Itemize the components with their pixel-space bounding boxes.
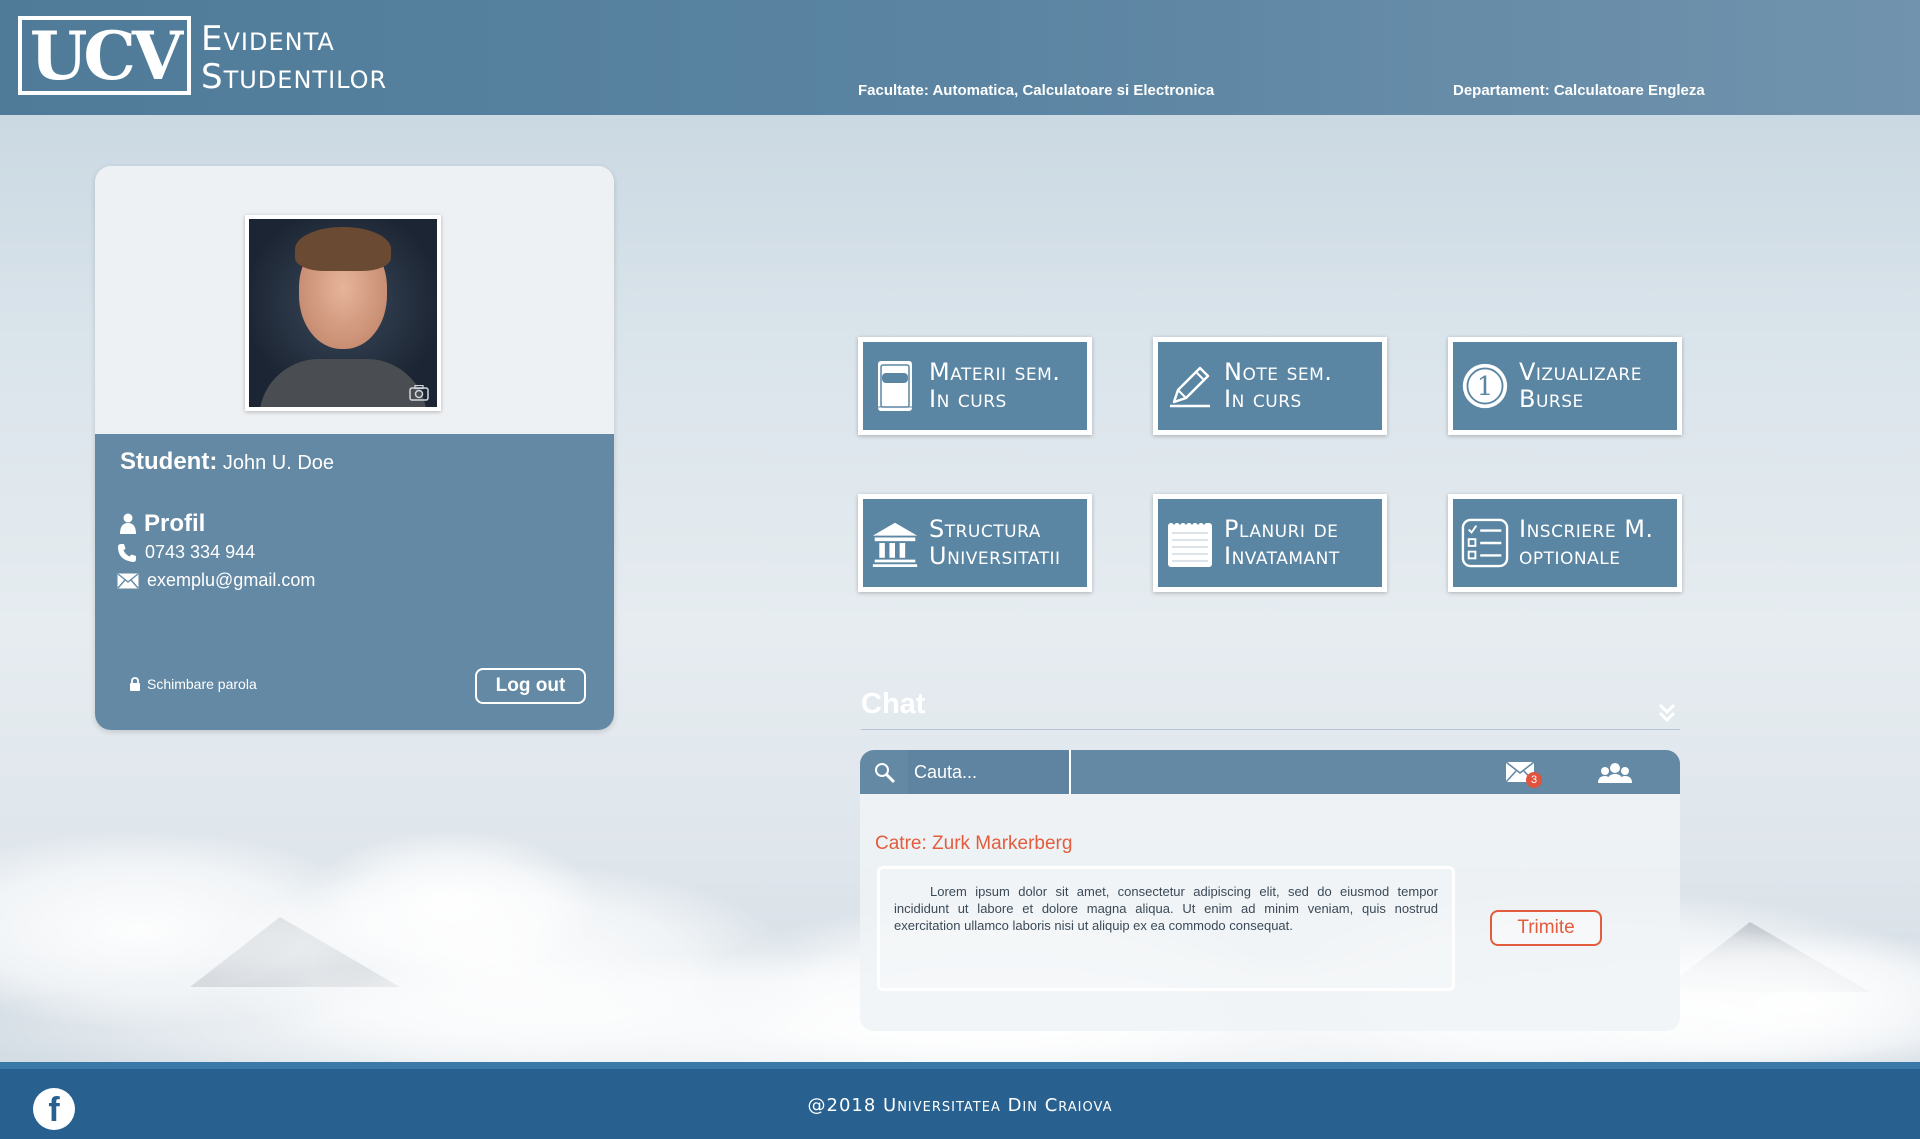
tile-materii-line2: In curs [929, 385, 1007, 413]
top-header: UCV Evidenta Studentilor Facultate: Auto… [0, 0, 1920, 115]
camera-icon[interactable] [409, 385, 429, 401]
avatar [249, 219, 437, 407]
email-line: exemplu@gmail.com [117, 570, 315, 591]
tile-inscriere-line2: optionale [1519, 542, 1621, 570]
phone-number: 0743 334 944 [145, 542, 256, 562]
site-title: Evidenta Studentilor [201, 20, 387, 96]
tile-materii-line1: Materii sem. [929, 358, 1061, 386]
site-title-line2: Studentilor [201, 57, 388, 97]
tile-note[interactable]: Note sem. In curs [1153, 337, 1387, 435]
tile-inscriere[interactable]: Inscriere M. optionale [1448, 494, 1682, 592]
unread-badge: 3 [1526, 772, 1542, 788]
chat-title: Chat [861, 688, 926, 720]
coin-icon: 1 [1462, 363, 1508, 409]
department-label: Departament: Calculatoare Engleza [1453, 82, 1705, 99]
lock-icon [130, 677, 140, 691]
book-icon [878, 361, 912, 411]
phone-icon [118, 543, 136, 562]
chat-search-input[interactable] [908, 750, 1071, 794]
checklist-icon [1461, 518, 1509, 568]
tile-planuri[interactable]: Planuri de Invatamant [1153, 494, 1387, 592]
search-icon[interactable] [874, 762, 896, 784]
student-name-line: Student: John U. Doe [120, 448, 334, 476]
change-password-label: Schimbare parola [147, 676, 257, 692]
tile-inscriere-line1: Inscriere M. [1519, 515, 1654, 543]
mail-icon [117, 572, 139, 588]
student-label: Student: [120, 448, 218, 475]
logout-button[interactable]: Log out [475, 668, 586, 704]
tile-planuri-line1: Planuri de [1224, 515, 1339, 543]
chat-panel: 3 Catre: Zurk Markerberg Lorem ipsum dol… [860, 750, 1680, 1031]
double-chevron-down-icon[interactable] [1657, 702, 1677, 724]
footer: f @2018 Universitatea Din Craiova [0, 1062, 1920, 1139]
svg-text:1: 1 [1477, 372, 1493, 402]
chat-recipient: Catre: Zurk Markerberg [875, 833, 1073, 854]
profile-card: Student: John U. Doe Profil 0743 334 944… [95, 166, 614, 730]
tile-structura-line1: Structura [929, 515, 1041, 543]
logo-text: UCV [29, 16, 183, 95]
pencil-icon [1170, 366, 1210, 408]
student-name: John U. Doe [222, 452, 335, 474]
change-password-link[interactable]: Schimbare parola [129, 676, 257, 692]
email-address: exemplu@gmail.com [147, 570, 316, 590]
profile-heading-label: Profil [144, 510, 206, 537]
university-icon [872, 522, 918, 567]
tile-planuri-line2: Invatamant [1224, 542, 1340, 570]
profile-details: Student: John U. Doe Profil 0743 334 944… [95, 434, 614, 730]
notepad-icon [1168, 521, 1212, 567]
message-textarea[interactable]: Lorem ipsum dolor sit amet, consectetur … [877, 866, 1455, 991]
tile-burse-line1: Vizualizare [1519, 358, 1642, 386]
profile-photo-area [95, 166, 614, 434]
faculty-label: Facultate: Automatica, Calculatoare si E… [858, 82, 1215, 99]
phone-line: 0743 334 944 [117, 542, 255, 563]
ucv-logo[interactable]: UCV [18, 16, 191, 95]
user-icon [120, 513, 136, 534]
chat-divider [861, 729, 1680, 730]
tile-structura-line2: Universitatii [929, 542, 1061, 570]
group-icon[interactable] [1598, 762, 1632, 784]
tile-note-line2: In curs [1224, 385, 1302, 413]
profile-photo[interactable] [245, 215, 441, 411]
send-button[interactable]: Trimite [1490, 910, 1602, 946]
tile-burse-line2: Burse [1519, 385, 1584, 413]
site-title-line1: Evidenta [201, 19, 335, 59]
chat-toolbar: 3 [860, 750, 1680, 794]
tile-burse[interactable]: 1 Vizualizare Burse [1448, 337, 1682, 435]
tile-materii[interactable]: Materii sem. In curs [858, 337, 1092, 435]
profile-heading[interactable]: Profil [120, 510, 205, 538]
copyright-text: @2018 Universitatea Din Craiova [807, 1095, 1113, 1116]
tile-note-line1: Note sem. [1224, 358, 1333, 386]
tile-structura[interactable]: Structura Universitatii [858, 494, 1092, 592]
